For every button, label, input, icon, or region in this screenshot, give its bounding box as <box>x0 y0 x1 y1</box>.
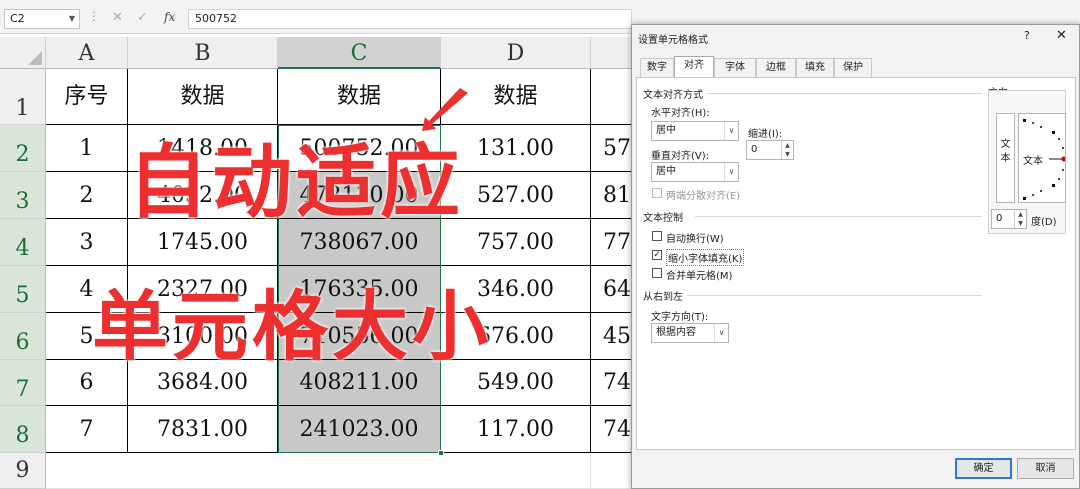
wrap-text-checkbox[interactable] <box>652 231 662 241</box>
fill-handle[interactable] <box>438 450 444 456</box>
insert-function-icon[interactable]: fx <box>164 10 175 24</box>
tab-number[interactable]: 数字 <box>640 58 674 77</box>
overlay-title-line2: 单元格大小 <box>92 282 492 371</box>
indent-value: 0 <box>751 144 758 155</box>
help-button[interactable]: ? <box>1024 29 1030 42</box>
header-cell-c1[interactable]: 数据 <box>278 69 441 125</box>
text-direction-label: 文字方向(T): <box>651 312 709 323</box>
row-header-8[interactable]: 8 <box>0 406 46 453</box>
header-cell-a1[interactable]: 序号 <box>46 69 128 125</box>
section-right-to-left: 从右到左 <box>643 292 683 303</box>
horizontal-align-label: 水平对齐(H): <box>651 108 710 119</box>
dial-marks-icon <box>1023 119 1065 200</box>
chevron-down-icon[interactable]: ∨ <box>724 163 738 181</box>
tab-protection[interactable]: 保护 <box>834 58 872 77</box>
name-box-value: C2 <box>10 12 25 25</box>
table-cell[interactable]: 64 <box>591 266 632 313</box>
formula-input[interactable]: 500752 <box>188 9 632 29</box>
row-header-5[interactable]: 5 <box>0 266 46 313</box>
tab-fill[interactable]: 填充 <box>796 58 834 77</box>
vertical-align-label: 垂直对齐(V): <box>651 151 710 162</box>
ok-button[interactable]: 确定 <box>955 458 1012 479</box>
merge-cells-label: 合并单元格(M) <box>666 271 733 282</box>
overlay-title-line1: 自动适应 <box>128 136 464 229</box>
table-cell[interactable]: 576 <box>591 125 632 172</box>
orientation-dial[interactable]: 文本 <box>1018 113 1066 203</box>
header-cell-b1[interactable]: 数据 <box>128 69 278 125</box>
enter-icon[interactable]: ✓ <box>137 10 148 25</box>
table-cell[interactable]: 459 <box>591 313 632 360</box>
row-header-1[interactable]: 1 <box>0 69 46 125</box>
select-all-button[interactable] <box>0 37 46 69</box>
table-cell[interactable]: 1 <box>46 125 128 172</box>
column-header-a[interactable]: A <box>46 37 128 69</box>
column-header-b[interactable]: B <box>128 37 278 69</box>
orientation-box: 文本 文本 0 ▲ ▼ 度(D) <box>988 90 1066 234</box>
shrink-to-fit-label: 缩小字体填充(K) <box>666 249 745 266</box>
text-direction-select[interactable]: 根据内容 ∨ <box>651 323 729 343</box>
row-header-6[interactable]: 6 <box>0 313 46 360</box>
table-cell[interactable]: 74 <box>591 360 632 406</box>
name-box[interactable]: C2 ▼ <box>4 9 80 29</box>
divider <box>695 216 982 217</box>
tab-border[interactable]: 边框 <box>756 58 796 77</box>
shrink-to-fit-checkbox[interactable]: ✓ <box>652 250 662 260</box>
dialog-title: 设置单元格格式 <box>638 35 708 46</box>
row-header-9[interactable]: 9 <box>0 453 46 489</box>
table-cell[interactable]: 743 <box>591 406 632 453</box>
vertical-align-value: 居中 <box>656 166 676 177</box>
table-cell[interactable]: 7831.00 <box>128 406 278 453</box>
tab-alignment[interactable]: 对齐 <box>674 56 714 78</box>
spin-arrows-icon[interactable]: ▲ ▼ <box>781 141 793 159</box>
row-header-2[interactable]: 2 <box>0 125 46 172</box>
distributed-checkbox[interactable] <box>652 188 662 198</box>
degree-value: 0 <box>996 213 1003 224</box>
horizontal-align-select[interactable]: 居中 ∨ <box>651 121 739 141</box>
format-cells-dialog: 设置单元格格式 ? ✕ 数字 对齐 字体 边框 填充 保护 文本对齐方式 水平对… <box>631 24 1080 489</box>
table-cell[interactable]: 774 <box>591 219 632 266</box>
table-cell[interactable]: 117.00 <box>441 406 591 453</box>
chevron-down-icon[interactable]: ▼ <box>69 10 75 28</box>
wrap-text-label: 自动换行(W) <box>666 234 724 245</box>
header-cell-d1[interactable]: 数据 <box>441 69 591 125</box>
merge-cells-checkbox[interactable] <box>652 268 662 278</box>
cancel-button[interactable]: 取消 <box>1017 458 1074 479</box>
chevron-down-icon[interactable]: ∨ <box>724 122 738 140</box>
text-direction-value: 根据内容 <box>656 327 696 338</box>
vertical-align-select[interactable]: 居中 ∨ <box>651 162 739 182</box>
vertical-text-button[interactable]: 文本 <box>996 113 1015 203</box>
indent-label: 缩进(I): <box>748 129 783 140</box>
section-text-control: 文本控制 <box>643 213 683 224</box>
header-cell-e1[interactable] <box>591 69 632 125</box>
table-cell[interactable]: 7 <box>46 406 128 453</box>
degree-label: 度(D) <box>1031 217 1057 228</box>
divider <box>707 93 982 94</box>
divider <box>687 295 982 296</box>
row-header-7[interactable]: 7 <box>0 360 46 406</box>
chevron-down-icon[interactable]: ∨ <box>714 324 728 342</box>
cancel-icon[interactable]: ✕ <box>112 10 123 25</box>
table-cell[interactable]: 3 <box>46 219 128 266</box>
table-cell[interactable]: 815 <box>591 172 632 219</box>
row-header-3[interactable]: 3 <box>0 172 46 219</box>
column-header-c[interactable]: C <box>278 37 441 69</box>
row-header-4[interactable]: 4 <box>0 219 46 266</box>
spin-arrows-icon[interactable]: ▲ ▼ <box>1014 210 1026 228</box>
indent-stepper[interactable]: 0 ▲ ▼ <box>746 140 794 160</box>
degree-stepper[interactable]: 0 ▲ ▼ <box>991 209 1027 229</box>
distributed-label: 两端分散对齐(E) <box>666 191 741 202</box>
drag-handle-icon[interactable]: ⋮ <box>88 9 100 23</box>
section-text-alignment: 文本对齐方式 <box>643 90 703 101</box>
tab-font[interactable]: 字体 <box>714 58 756 77</box>
table-cell[interactable]: 2 <box>46 172 128 219</box>
close-icon[interactable]: ✕ <box>1056 28 1067 43</box>
gridline <box>590 453 591 489</box>
horizontal-align-value: 居中 <box>656 125 676 136</box>
column-header-d[interactable]: D <box>441 37 591 69</box>
alignment-panel: 文本对齐方式 水平对齐(H): 居中 ∨ 缩进(I): 0 ▲ ▼ 垂直对齐(V): … <box>636 77 1076 450</box>
